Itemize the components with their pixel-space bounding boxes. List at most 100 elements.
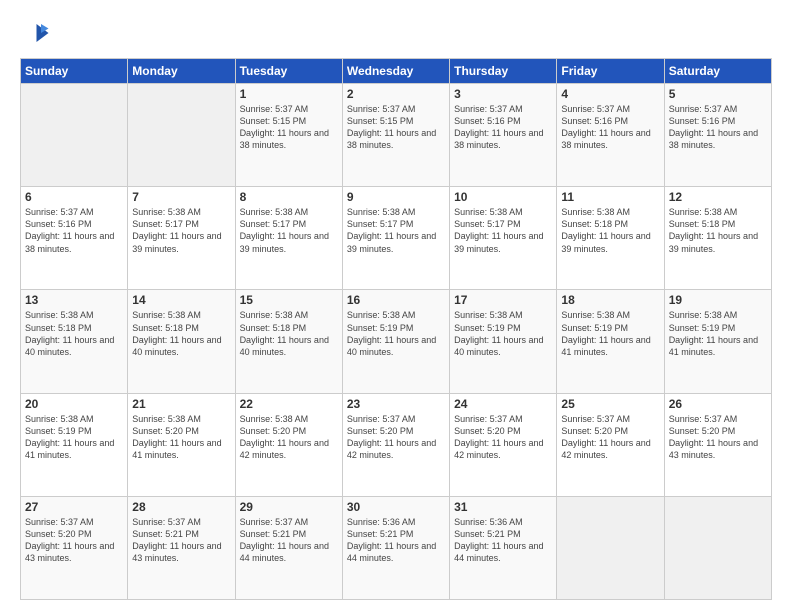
calendar-table: SundayMondayTuesdayWednesdayThursdayFrid… [20,58,772,600]
day-number: 14 [132,293,230,307]
page: SundayMondayTuesdayWednesdayThursdayFrid… [0,0,792,612]
day-info: Sunrise: 5:38 AMSunset: 5:18 PMDaylight:… [561,206,659,255]
calendar-body: 1 Sunrise: 5:37 AMSunset: 5:15 PMDaylight… [21,84,772,600]
day-info: Sunrise: 5:38 AMSunset: 5:19 PMDaylight:… [347,309,445,358]
calendar-cell: 29Sunrise: 5:37 AMSunset: 5:21 PMDayligh… [235,496,342,599]
day-number: 3 [454,87,552,101]
calendar-cell: 15Sunrise: 5:38 AMSunset: 5:18 PMDayligh… [235,290,342,393]
calendar-header-thursday: Thursday [450,59,557,84]
calendar-cell: 9 Sunrise: 5:38 AMSunset: 5:17 PMDaylight… [342,187,449,290]
calendar-cell: 23 Sunrise: 5:37 AMSunset: 5:20 PMDayligh… [342,393,449,496]
calendar-week-5: 27 Sunrise: 5:37 AMSunset: 5:20 PMDayligh… [21,496,772,599]
day-number: 24 [454,397,552,411]
day-number: 7 [132,190,230,204]
header [20,18,772,48]
day-number: 21 [132,397,230,411]
calendar-cell: 20 Sunrise: 5:38 AMSunset: 5:19 PMDayligh… [21,393,128,496]
calendar-cell [21,84,128,187]
day-number: 19 [669,293,767,307]
day-info: Sunrise: 5:36 AMSunset: 5:21 PMDaylight:… [347,516,445,565]
calendar-cell: 4 Sunrise: 5:37 AMSunset: 5:16 PMDaylight… [557,84,664,187]
day-info: Sunrise: 5:38 AMSunset: 5:19 PMDaylight:… [669,309,767,358]
day-info: Sunrise: 5:38 AMSunset: 5:20 PMDaylight:… [132,413,230,462]
calendar-cell: 8 Sunrise: 5:38 AMSunset: 5:17 PMDaylight… [235,187,342,290]
day-info: Sunrise: 5:37 AMSunset: 5:21 PMDaylight:… [132,516,230,565]
day-info: Sunrise: 5:38 AMSunset: 5:18 PMDaylight:… [669,206,767,255]
day-info: Sunrise: 5:38 AMSunset: 5:20 PMDaylight:… [240,413,338,462]
day-info: Sunrise: 5:37 AMSunset: 5:15 PMDaylight:… [240,103,338,152]
calendar-header-tuesday: Tuesday [235,59,342,84]
calendar-cell: 26Sunrise: 5:37 AMSunset: 5:20 PMDayligh… [664,393,771,496]
day-number: 11 [561,190,659,204]
day-info: Sunrise: 5:37 AMSunset: 5:20 PMDaylight:… [25,516,123,565]
calendar-cell: 17 Sunrise: 5:38 AMSunset: 5:19 PMDayligh… [450,290,557,393]
calendar-cell: 24 Sunrise: 5:37 AMSunset: 5:20 PMDayligh… [450,393,557,496]
calendar-cell: 10Sunrise: 5:38 AMSunset: 5:17 PMDayligh… [450,187,557,290]
day-number: 13 [25,293,123,307]
calendar-cell: 18 Sunrise: 5:38 AMSunset: 5:19 PMDayligh… [557,290,664,393]
day-number: 6 [25,190,123,204]
calendar-cell [557,496,664,599]
day-number: 20 [25,397,123,411]
day-number: 27 [25,500,123,514]
day-info: Sunrise: 5:38 AMSunset: 5:17 PMDaylight:… [240,206,338,255]
logo-icon [20,18,50,48]
day-number: 18 [561,293,659,307]
day-number: 25 [561,397,659,411]
day-info: Sunrise: 5:37 AMSunset: 5:20 PMDaylight:… [454,413,552,462]
logo [20,18,54,48]
calendar-week-3: 13 Sunrise: 5:38 AMSunset: 5:18 PMDayligh… [21,290,772,393]
day-number: 26 [669,397,767,411]
day-number: 17 [454,293,552,307]
day-info: Sunrise: 5:38 AMSunset: 5:19 PMDaylight:… [561,309,659,358]
day-number: 2 [347,87,445,101]
calendar-cell: 30 Sunrise: 5:36 AMSunset: 5:21 PMDayligh… [342,496,449,599]
calendar-cell: 5 Sunrise: 5:37 AMSunset: 5:16 PMDaylight… [664,84,771,187]
calendar-cell: 7 Sunrise: 5:38 AMSunset: 5:17 PMDaylight… [128,187,235,290]
calendar-week-4: 20 Sunrise: 5:38 AMSunset: 5:19 PMDayligh… [21,393,772,496]
calendar-header-sunday: Sunday [21,59,128,84]
day-info: Sunrise: 5:38 AMSunset: 5:17 PMDaylight:… [132,206,230,255]
calendar-cell: 16Sunrise: 5:38 AMSunset: 5:19 PMDayligh… [342,290,449,393]
calendar-cell: 3Sunrise: 5:37 AMSunset: 5:16 PMDaylight… [450,84,557,187]
day-info: Sunrise: 5:37 AMSunset: 5:16 PMDaylight:… [25,206,123,255]
calendar-cell [664,496,771,599]
day-number: 12 [669,190,767,204]
day-number: 23 [347,397,445,411]
day-info: Sunrise: 5:38 AMSunset: 5:17 PMDaylight:… [347,206,445,255]
day-number: 1 [240,87,338,101]
day-info: Sunrise: 5:38 AMSunset: 5:18 PMDaylight:… [25,309,123,358]
calendar-cell: 28Sunrise: 5:37 AMSunset: 5:21 PMDayligh… [128,496,235,599]
calendar-week-2: 6 Sunrise: 5:37 AMSunset: 5:16 PMDaylight… [21,187,772,290]
calendar-week-1: 1 Sunrise: 5:37 AMSunset: 5:15 PMDaylight… [21,84,772,187]
day-info: Sunrise: 5:38 AMSunset: 5:19 PMDaylight:… [25,413,123,462]
calendar-cell: 31 Sunrise: 5:36 AMSunset: 5:21 PMDayligh… [450,496,557,599]
day-info: Sunrise: 5:37 AMSunset: 5:20 PMDaylight:… [347,413,445,462]
day-info: Sunrise: 5:37 AMSunset: 5:16 PMDaylight:… [669,103,767,152]
calendar-header-saturday: Saturday [664,59,771,84]
day-number: 5 [669,87,767,101]
day-info: Sunrise: 5:37 AMSunset: 5:20 PMDaylight:… [561,413,659,462]
calendar-cell: 1 Sunrise: 5:37 AMSunset: 5:15 PMDaylight… [235,84,342,187]
calendar-cell: 27 Sunrise: 5:37 AMSunset: 5:20 PMDayligh… [21,496,128,599]
calendar-cell: 22 Sunrise: 5:38 AMSunset: 5:20 PMDayligh… [235,393,342,496]
day-number: 31 [454,500,552,514]
day-number: 8 [240,190,338,204]
day-number: 4 [561,87,659,101]
calendar-header-wednesday: Wednesday [342,59,449,84]
calendar-cell: 25 Sunrise: 5:37 AMSunset: 5:20 PMDayligh… [557,393,664,496]
day-number: 9 [347,190,445,204]
day-info: Sunrise: 5:37 AMSunset: 5:16 PMDaylight:… [561,103,659,152]
day-info: Sunrise: 5:38 AMSunset: 5:19 PMDaylight:… [454,309,552,358]
calendar-cell: 12 Sunrise: 5:38 AMSunset: 5:18 PMDayligh… [664,187,771,290]
day-number: 30 [347,500,445,514]
calendar-cell: 2Sunrise: 5:37 AMSunset: 5:15 PMDaylight… [342,84,449,187]
calendar-cell: 6 Sunrise: 5:37 AMSunset: 5:16 PMDaylight… [21,187,128,290]
day-number: 29 [240,500,338,514]
calendar-cell: 14Sunrise: 5:38 AMSunset: 5:18 PMDayligh… [128,290,235,393]
day-number: 22 [240,397,338,411]
calendar-header-monday: Monday [128,59,235,84]
day-info: Sunrise: 5:36 AMSunset: 5:21 PMDaylight:… [454,516,552,565]
calendar-cell [128,84,235,187]
calendar-header-row: SundayMondayTuesdayWednesdayThursdayFrid… [21,59,772,84]
